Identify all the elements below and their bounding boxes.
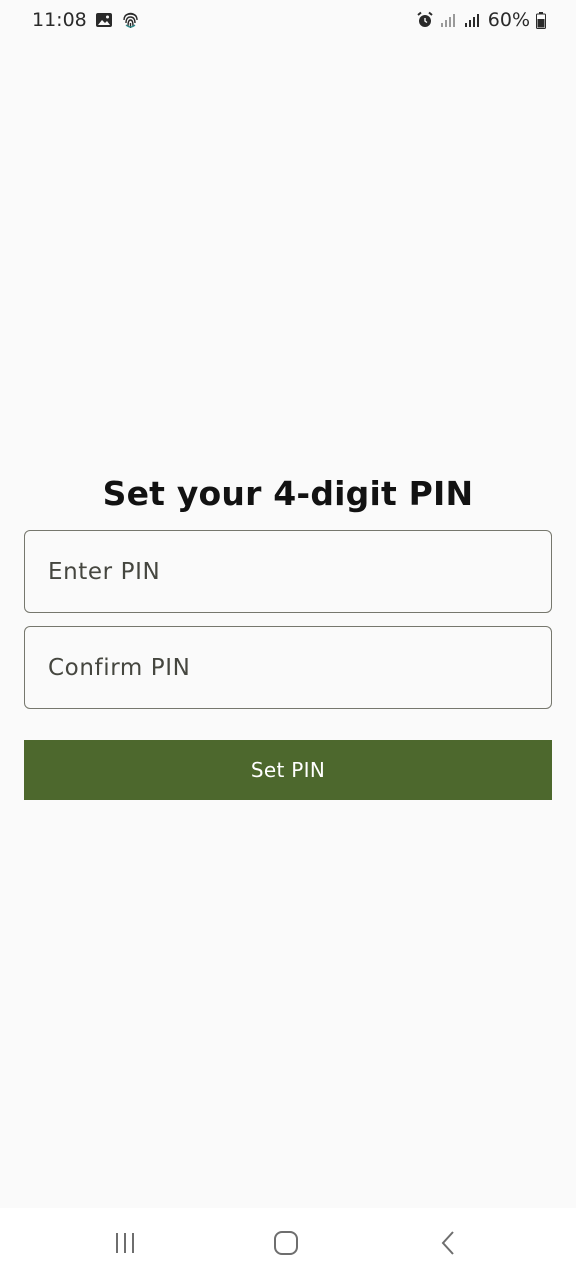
navigation-bar	[0, 1208, 576, 1280]
home-button[interactable]	[266, 1228, 306, 1262]
back-icon	[438, 1230, 458, 1260]
status-right: 60%	[416, 9, 546, 31]
fingerprint-icon	[121, 10, 140, 30]
status-bar: 11:08 60%	[0, 0, 576, 44]
status-left: 11:08	[32, 9, 140, 31]
set-pin-button[interactable]: Set PIN	[24, 740, 552, 800]
signal-icon	[464, 12, 482, 28]
confirm-pin-field[interactable]	[24, 626, 552, 709]
gallery-icon	[95, 11, 113, 29]
back-button[interactable]	[428, 1228, 468, 1262]
confirm-pin-input[interactable]	[25, 627, 551, 708]
home-icon	[273, 1230, 299, 1260]
recents-icon	[112, 1231, 138, 1259]
page-title: Set your 4-digit PIN	[102, 474, 474, 513]
signal-icon	[440, 12, 458, 28]
pin-setup-screen: 11:08 60% Set your 4-digit PIN Set PIN	[0, 0, 576, 1280]
recents-button[interactable]	[105, 1228, 145, 1262]
status-time: 11:08	[32, 9, 87, 31]
enter-pin-input[interactable]	[25, 531, 551, 612]
alarm-icon	[416, 11, 434, 29]
battery-icon	[536, 11, 546, 29]
enter-pin-field[interactable]	[24, 530, 552, 613]
battery-percent: 60%	[487, 9, 530, 31]
